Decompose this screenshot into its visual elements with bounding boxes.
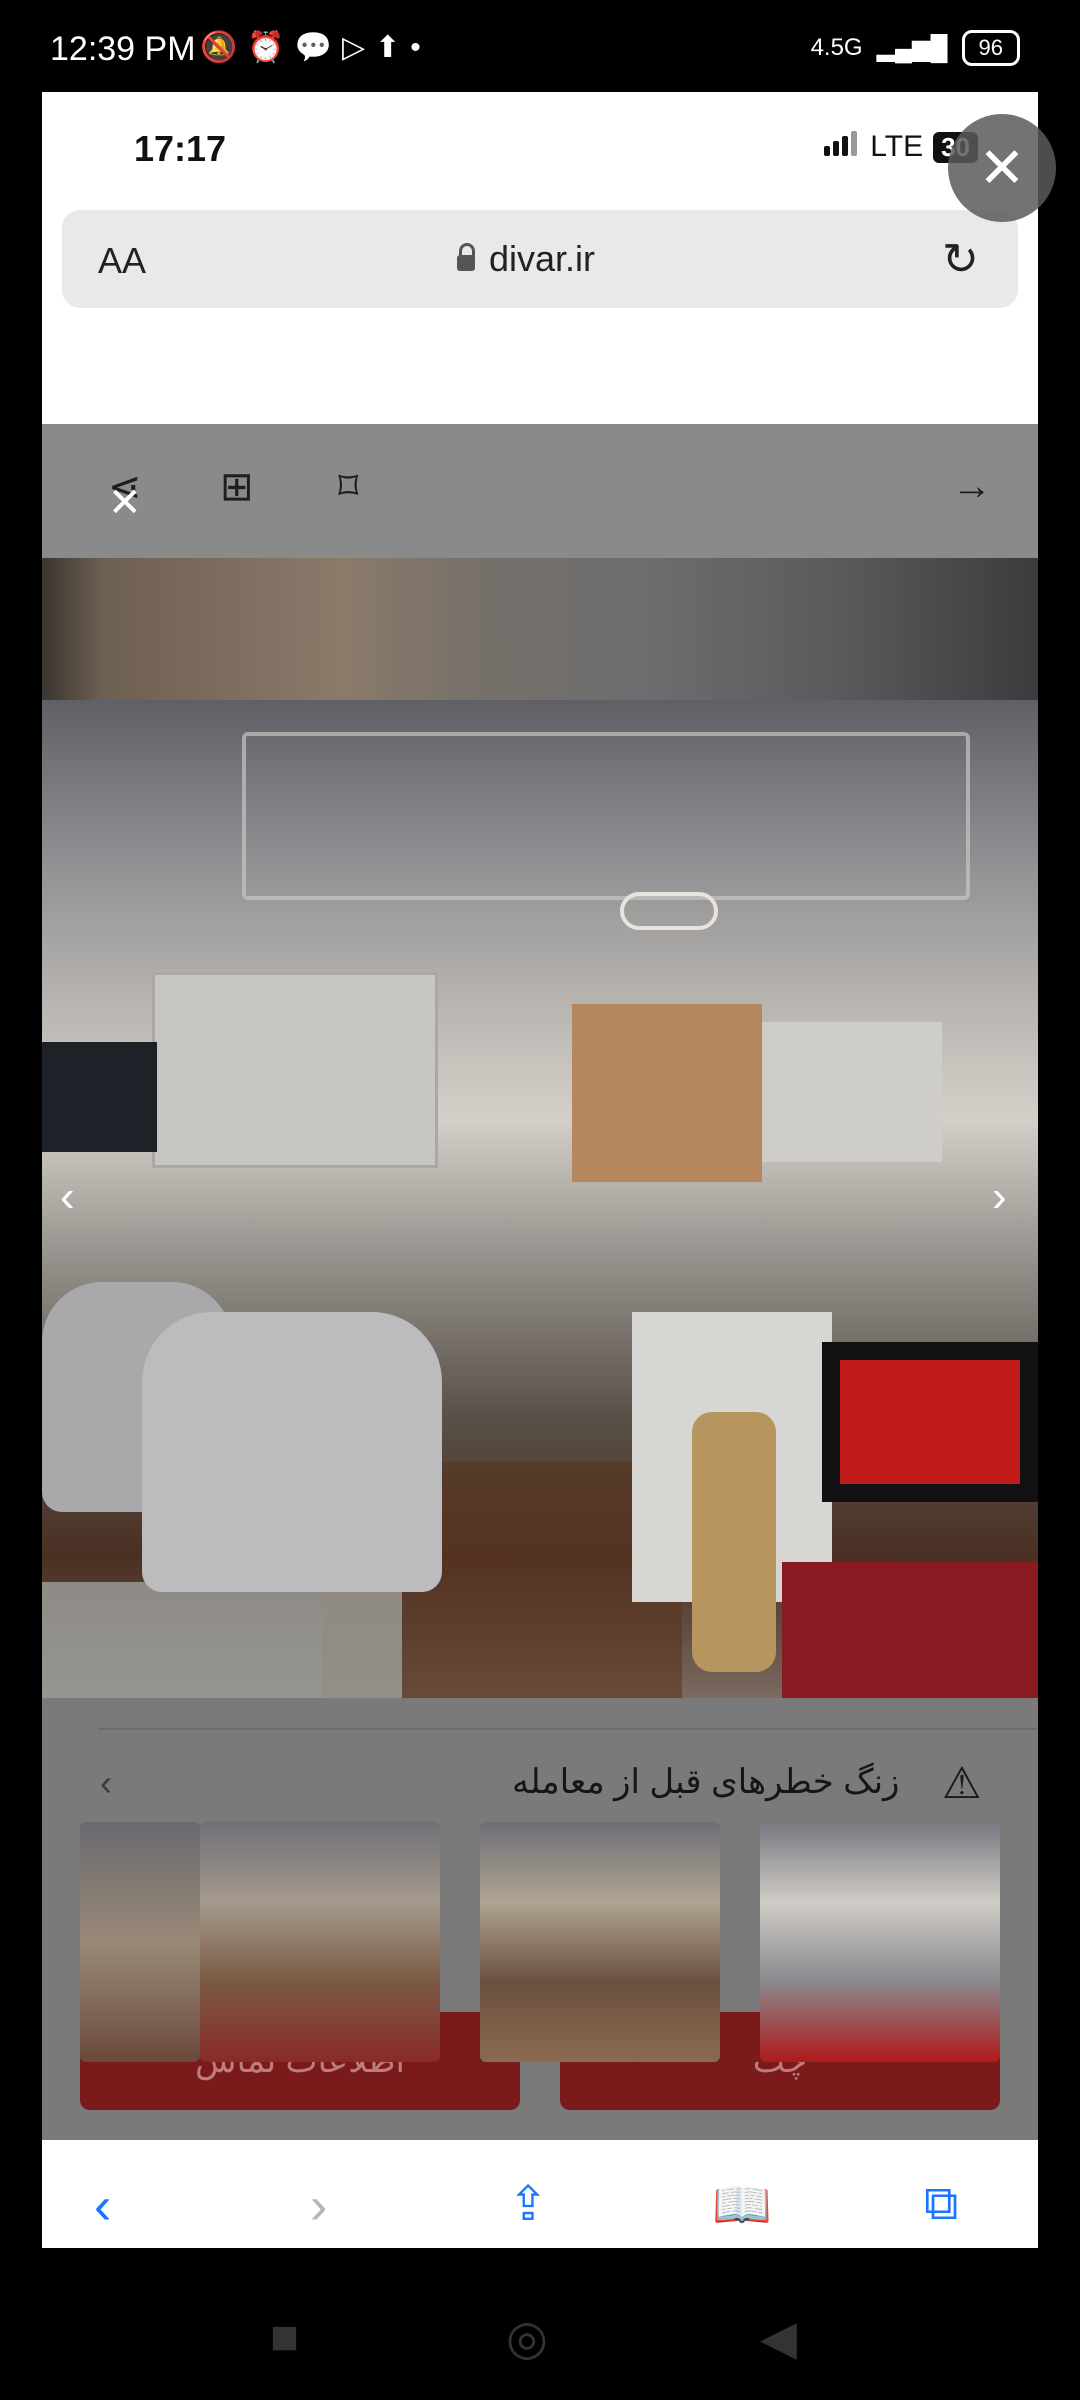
ios-network-label: LTE — [870, 130, 924, 163]
android-status-right: 4.5G ▂▄▆█ 96 — [811, 30, 1020, 66]
url-field[interactable]: divar.ir — [457, 238, 595, 280]
photo-armchair — [142, 1312, 442, 1592]
photo-ceiling-lamp — [620, 892, 718, 930]
next-photo-icon[interactable]: › — [992, 1172, 1007, 1222]
home-icon[interactable]: ◎ — [506, 2310, 548, 2366]
back-icon[interactable]: ‹ — [94, 2176, 111, 2236]
back-nav-icon[interactable]: ◀ — [760, 2310, 797, 2366]
add-note-icon[interactable]: ⊞ — [220, 464, 254, 510]
image-viewer-card: 17:17 LTE 30 AA divar.ir ↻ ⋖ ✕ ⊞ ⌑ → ‹ ›… — [42, 92, 1038, 2248]
android-notification-icons: 🔕⏰💬▷⬆• — [200, 31, 431, 64]
photo-carved-stand — [692, 1412, 776, 1672]
reload-icon[interactable]: ↻ — [942, 234, 979, 285]
photo-rug — [42, 1582, 402, 1698]
close-viewer-button[interactable]: ✕ — [948, 114, 1056, 222]
photo-window-blind — [572, 1004, 762, 1182]
photo-thumbnail[interactable] — [760, 1822, 1000, 2062]
recent-apps-icon[interactable]: ■ — [270, 2310, 299, 2365]
arrow-right-icon[interactable]: → — [952, 464, 992, 509]
photo-bedspread — [782, 1562, 1038, 1698]
previous-photo-icon[interactable]: ‹ — [60, 1172, 75, 1222]
bookmarks-icon[interactable]: 📖 — [712, 2176, 772, 2233]
signal-icon: ▂▄▆█ — [876, 34, 948, 62]
chevron-left-icon[interactable]: ‹ — [100, 1762, 112, 1804]
ios-status-time: 17:17 — [134, 128, 227, 169]
url-text: divar.ir — [489, 238, 596, 279]
photo-wall-picture — [42, 1042, 157, 1152]
warning-link-text[interactable]: زنگ خطرهای قبل از معامله — [512, 1762, 899, 1802]
tabs-icon[interactable]: ⧉ — [924, 2176, 958, 2232]
text-size-button[interactable]: AA — [98, 240, 146, 282]
battery-icon: 96 — [961, 30, 1020, 66]
photo-thumbnail[interactable] — [80, 1822, 200, 2062]
photo-preview-strip — [42, 558, 1038, 700]
share-sheet-icon[interactable]: ⇪ — [508, 2176, 548, 2232]
listing-toolbar — [42, 424, 1038, 558]
photo-thumbnail[interactable] — [200, 1822, 440, 2062]
lock-icon — [457, 243, 475, 271]
photo-ceiling-trim — [242, 732, 970, 900]
photo-thumbnail[interactable] — [480, 1822, 720, 2062]
network-label: 4.5G — [810, 34, 863, 61]
bookmark-icon[interactable]: ⌑ — [338, 464, 359, 510]
photo-cabinets-right — [762, 1022, 942, 1162]
divider — [98, 1728, 1038, 1730]
photo-red-unit — [822, 1342, 1038, 1502]
close-icon[interactable]: ✕ — [108, 480, 142, 526]
forward-icon: › — [310, 2177, 328, 2235]
photo-cabinets — [152, 972, 438, 1168]
android-status-time: 12:39 PM — [50, 30, 196, 68]
warning-icon: ⚠ — [942, 1759, 982, 1808]
signal-bars-icon — [824, 130, 860, 164]
